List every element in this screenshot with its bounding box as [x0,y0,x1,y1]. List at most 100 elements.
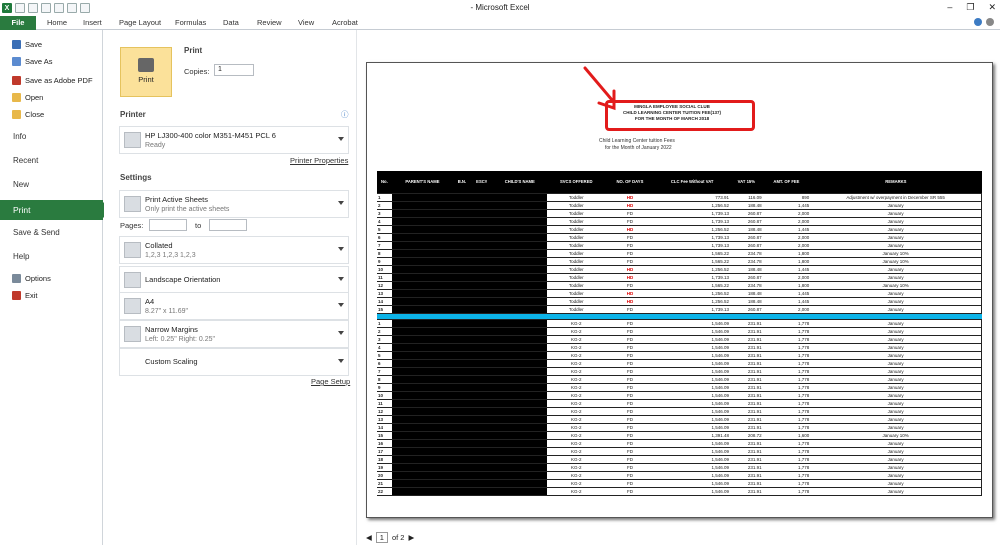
info-icon[interactable]: ⓘ [341,109,349,120]
table-cell [453,463,471,472]
bs-info[interactable]: Info [13,132,26,141]
tab-view[interactable]: View [298,18,314,27]
table-cell [453,439,471,448]
table-cell [391,391,454,400]
table-cell: 231.91 [729,375,763,384]
table-cell [391,281,454,290]
bs-save-pdf[interactable]: Save as Adobe PDF [12,76,93,85]
tab-review[interactable]: Review [257,18,282,27]
restore-icon[interactable]: ❐ [966,2,974,13]
table-cell [492,225,547,234]
table-cell: Toddler [546,225,606,234]
minimize-icon[interactable]: – [947,2,952,13]
paper-icon [124,298,141,314]
paper-size-select[interactable]: A4 8.27" x 11.69" [119,292,349,320]
table-cell: 2 [377,327,392,336]
bs-close-label: Close [25,110,45,119]
table-cell: FD [605,383,655,392]
bs-print[interactable]: Print [0,200,111,220]
help-icon[interactable] [974,18,982,26]
tab-formulas[interactable]: Formulas [175,18,206,27]
printer-name: HP LJ300-400 color M351-M451 PCL 6 [145,131,276,140]
table-cell: 15 [377,305,392,314]
table-cell [453,265,471,274]
print-button[interactable]: Print [120,47,172,97]
bs-recent[interactable]: Recent [13,156,38,165]
collate-desc: 1,2,3 1,2,3 1,2,3 [145,252,196,259]
chevron-down-icon [338,359,344,363]
table-cell [492,319,547,328]
copies-input[interactable]: 1 [214,64,254,76]
scaling-select[interactable]: Custom Scaling [119,348,349,376]
table-cell: 12 [377,281,392,290]
ribbon-minimize-icon[interactable] [986,18,994,26]
table-cell [492,359,547,368]
bs-exit[interactable]: Exit [12,291,38,300]
table-cell [453,249,471,258]
bs-save[interactable]: Save [12,40,42,49]
next-page-icon[interactable]: ▶ [408,533,414,542]
tab-insert[interactable]: Insert [83,18,102,27]
table-cell: HD [605,265,655,274]
bs-close[interactable]: Close [12,110,44,119]
table-cell: FD [605,399,655,408]
pages-to-input[interactable] [209,219,247,231]
paper-size-desc: 8.27" x 11.69" [145,308,188,315]
tab-file[interactable]: File [0,16,36,30]
table-cell: FD [605,463,655,472]
table-cell [391,431,454,440]
tab-page-layout[interactable]: Page Layout [119,18,161,27]
tab-home[interactable]: Home [47,18,67,27]
bs-help[interactable]: Help [13,252,29,261]
table-cell: Toddler [546,257,606,266]
printer-select[interactable]: HP LJ300-400 color M351-M451 PCL 6 Ready [119,126,349,154]
paper-size-value: A4 [145,297,155,306]
table-cell [470,423,493,432]
table-cell [492,297,547,306]
prev-page-icon[interactable]: ◀ [366,533,372,542]
tab-acrobat[interactable]: Acrobat [332,18,358,27]
table-cell: KG-2 [546,447,606,456]
chevron-down-icon [338,201,344,205]
table-cell: FD [605,319,655,328]
table-cell [470,487,493,496]
table-cell: 1,778 [762,463,811,472]
close-icon[interactable]: ✕ [988,2,996,13]
backstage-nav: Save Save As Save as Adobe PDF Open Clos… [0,30,111,545]
preview-page: MINGLA EMPLOYEE SOCIAL CLUB CHILD LEARNI… [366,62,993,518]
chevron-down-icon [338,331,344,335]
print-what-select[interactable]: Print Active Sheets Only print the activ… [119,190,349,218]
printer-device-icon [124,132,141,148]
table-cell: 1,546.09 [654,439,730,448]
page-setup-link[interactable]: Page Setup [311,377,350,386]
table-cell [391,289,454,298]
table-cell [453,359,471,368]
table-cell [492,463,547,472]
collate-select[interactable]: Collated 1,2,3 1,2,3 1,2,3 [119,236,349,264]
table-cell: 1,546.09 [654,335,730,344]
table-cell: January 10% [810,257,983,266]
bs-open[interactable]: Open [12,93,43,102]
margins-select[interactable]: Narrow Margins Left: 0.25" Right: 0.25" [119,320,349,348]
table-cell: 1,778 [762,351,811,360]
copies-label: Copies: [184,67,210,76]
bs-new[interactable]: New [13,180,29,189]
table-cell: 3 [377,209,392,218]
bs-options[interactable]: Options [12,274,51,283]
printer-properties-link[interactable]: Printer Properties [290,156,348,165]
table-cell: 4 [377,343,392,352]
table-cell [470,335,493,344]
tab-data[interactable]: Data [223,18,239,27]
table-cell: January [810,225,983,234]
table-cell: 1,256.52 [654,201,730,210]
table-cell: 1,546.09 [654,319,730,328]
table-cell [391,399,454,408]
pages-from-input[interactable] [149,219,187,231]
table-cell: 231.91 [729,407,763,416]
window-controls: – ❐ ✕ [947,2,996,13]
bs-save-as[interactable]: Save As [12,57,53,66]
bs-save-send[interactable]: Save & Send [13,228,60,237]
page-number-input[interactable]: 1 [375,532,388,543]
table-cell [453,281,471,290]
orientation-select[interactable]: Landscape Orientation [119,266,349,294]
